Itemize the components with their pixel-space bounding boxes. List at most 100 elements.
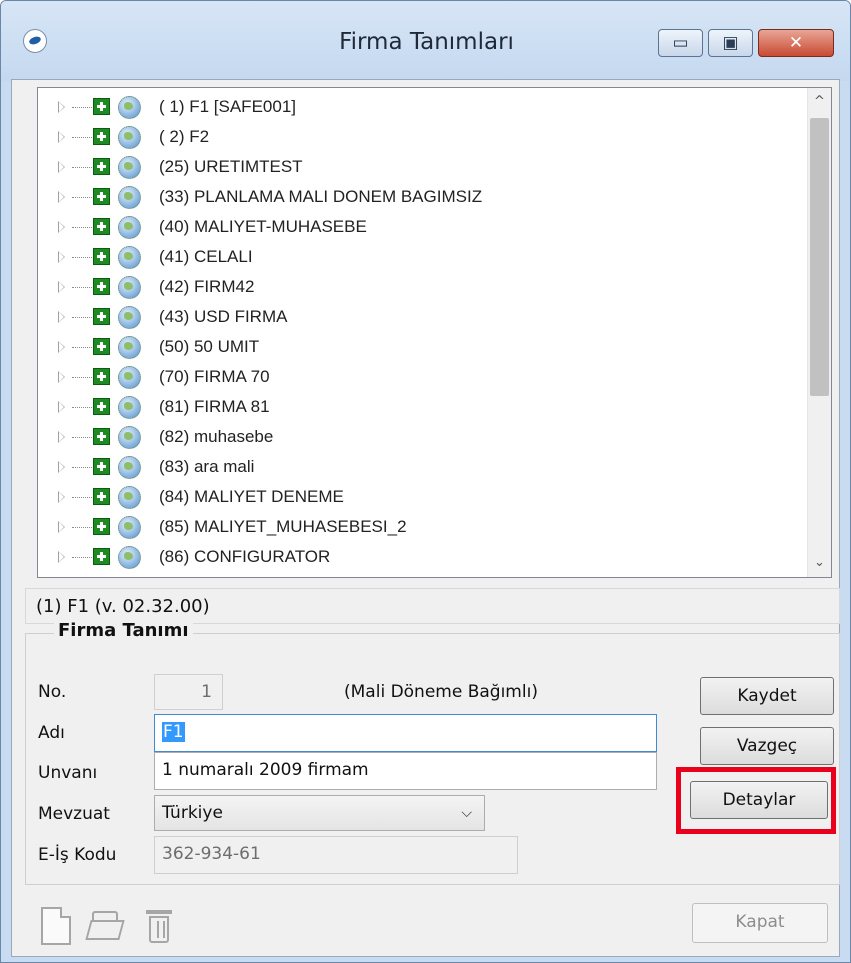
scroll-thumb[interactable] (810, 118, 829, 396)
folder-front (85, 920, 125, 940)
tree-item[interactable]: (33) PLANLAMA MALI DONEM BAGIMSIZ (38, 184, 798, 214)
globe-icon (118, 336, 141, 359)
expand-arrow-icon[interactable] (58, 281, 65, 293)
tree-item-label: (43) USD FIRMA (159, 307, 288, 326)
tree-connector (72, 437, 92, 438)
plus-icon (93, 308, 110, 325)
firm-tree[interactable]: ( 1) F1 [SAFE001] ( 2) F2 (25) URETIMTES… (37, 87, 832, 578)
plus-icon (93, 488, 110, 505)
tree-connector (72, 527, 92, 528)
plus-icon (93, 458, 110, 475)
tree-item[interactable]: (40) MALIYET-MUHASEBE (38, 214, 798, 244)
expand-arrow-icon[interactable] (58, 341, 65, 353)
expand-arrow-icon[interactable] (58, 521, 65, 533)
expand-arrow-icon[interactable] (58, 371, 65, 383)
tree-item-label: (85) MALIYET_MUHASEBESI_2 (159, 517, 407, 536)
tree-connector (72, 197, 92, 198)
globe-icon (118, 246, 141, 269)
adi-input[interactable]: F1 (154, 714, 657, 752)
mevzuat-label: Mevzuat (38, 804, 110, 824)
globe-icon (118, 456, 141, 479)
plus-icon (93, 518, 110, 535)
expand-arrow-icon[interactable] (58, 551, 65, 563)
tree-item-label: (42) FIRM42 (159, 277, 255, 296)
tree-item-label: (41) CELALI (159, 247, 253, 266)
mevzuat-select[interactable]: Türkiye ⌵ (154, 795, 485, 831)
expand-arrow-icon[interactable] (58, 461, 65, 473)
tree-item-label: ( 2) F2 (159, 127, 210, 146)
globe-icon (118, 306, 141, 329)
tree-scrollbar[interactable]: ^ ⌄ (807, 88, 831, 577)
tree-item-label: (25) URETIMTEST (159, 157, 303, 176)
firm-status-panel: (1) F1 (v. 02.32.00) (25, 588, 840, 624)
plus-icon (93, 428, 110, 445)
tree-connector (72, 497, 92, 498)
adi-label: Adı (38, 723, 65, 743)
tree-item-label: (86) CONFIGURATOR (159, 547, 331, 566)
expand-arrow-icon[interactable] (58, 221, 65, 233)
tree-item[interactable]: (81) FIRMA 81 (38, 394, 798, 424)
plus-icon (93, 278, 110, 295)
unvani-input[interactable]: 1 numaralı 2009 firmam (154, 752, 657, 790)
plus-icon (93, 158, 110, 175)
tree-connector (72, 377, 92, 378)
tree-item[interactable]: (84) MALIYET DENEME (38, 484, 798, 514)
scroll-up-icon[interactable]: ^ (808, 88, 831, 116)
expand-arrow-icon[interactable] (58, 161, 65, 173)
tree-item[interactable]: ( 1) F1 [SAFE001] (38, 94, 798, 124)
tree-item[interactable]: (41) CELALI (38, 244, 798, 274)
trash-can (149, 916, 169, 943)
kapat-button[interactable]: Kapat (692, 903, 828, 943)
globe-icon (118, 516, 141, 539)
tree-item[interactable]: (50) 50 UMIT (38, 334, 798, 364)
tree-connector (72, 257, 92, 258)
expand-arrow-icon[interactable] (58, 431, 65, 443)
tree-item[interactable]: (42) FIRM42 (38, 274, 798, 304)
expand-arrow-icon[interactable] (58, 101, 65, 113)
tree-item[interactable]: (82) muhasebe (38, 424, 798, 454)
kaydet-button[interactable]: Kaydet (700, 677, 834, 715)
expand-arrow-icon[interactable] (58, 401, 65, 413)
open-folder-icon[interactable] (85, 907, 126, 945)
tree-item-label: (82) muhasebe (159, 427, 274, 446)
tree-item[interactable]: (83) ara mali (38, 454, 798, 484)
tree-item-label: (33) PLANLAMA MALI DONEM BAGIMSIZ (159, 187, 483, 206)
globe-icon (118, 486, 141, 509)
tree-connector (72, 137, 92, 138)
globe-icon (118, 366, 141, 389)
expand-arrow-icon[interactable] (58, 131, 65, 143)
maximize-button[interactable]: ▣ (708, 29, 753, 57)
firma-tanimlari-window: Firma Tanımları ▭ ▣ ✕ ( 1) F1 [SAFE001] … (0, 0, 851, 963)
tree-item[interactable]: (25) URETIMTEST (38, 154, 798, 184)
new-document-icon[interactable] (41, 907, 71, 945)
vazgec-button[interactable]: Vazgeç (700, 727, 834, 765)
globe-icon (118, 426, 141, 449)
minimize-button[interactable]: ▭ (658, 29, 703, 57)
expand-arrow-icon[interactable] (58, 191, 65, 203)
globe-icon (118, 546, 141, 569)
expand-arrow-icon[interactable] (58, 251, 65, 263)
tree-item[interactable]: (86) CONFIGURATOR (38, 544, 798, 574)
plus-icon (93, 398, 110, 415)
tree-item[interactable]: (70) FIRMA 70 (38, 364, 798, 394)
plus-icon (93, 98, 110, 115)
scroll-down-icon[interactable]: ⌄ (808, 549, 831, 577)
eis-kodu-field: 362-934-61 (154, 836, 518, 874)
minimize-icon: ▭ (672, 33, 689, 53)
expand-arrow-icon[interactable] (58, 491, 65, 503)
title-bar[interactable]: Firma Tanımları ▭ ▣ ✕ (1, 1, 850, 81)
close-button[interactable]: ✕ (758, 29, 834, 57)
trash-icon[interactable] (144, 907, 174, 945)
unvani-label: Unvanı (38, 763, 98, 783)
globe-icon (118, 186, 141, 209)
globe-icon (118, 396, 141, 419)
plus-icon (93, 218, 110, 235)
tree-item-label: (70) FIRMA 70 (159, 367, 270, 386)
tree-item[interactable]: ( 2) F2 (38, 124, 798, 154)
tree-item[interactable]: (43) USD FIRMA (38, 304, 798, 334)
mevzuat-selected-value: Türkiye (162, 803, 223, 823)
tree-item[interactable]: (85) MALIYET_MUHASEBESI_2 (38, 514, 798, 544)
mali-doneme-bagimli-note: (Mali Döneme Bağımlı) (344, 682, 538, 702)
expand-arrow-icon[interactable] (58, 311, 65, 323)
tree-connector (72, 167, 92, 168)
